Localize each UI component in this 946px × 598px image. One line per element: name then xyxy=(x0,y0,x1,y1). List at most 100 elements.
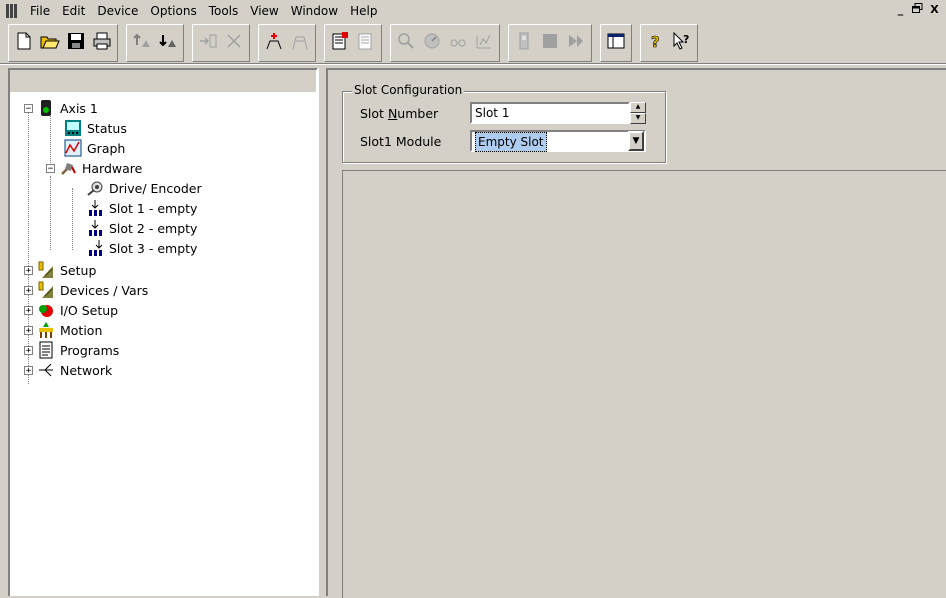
menu-window[interactable]: Window xyxy=(285,1,344,21)
restore-button[interactable] xyxy=(910,3,925,17)
window-icon[interactable] xyxy=(603,27,629,55)
tree-node-drive-encoder[interactable]: Drive/ Encoder xyxy=(86,178,202,198)
expand-toggle[interactable]: + xyxy=(24,325,33,335)
network-icon xyxy=(37,361,55,379)
save-icon[interactable] xyxy=(63,27,89,55)
tree-label: Setup xyxy=(60,262,97,278)
axis-icon xyxy=(37,99,55,117)
menu-view[interactable]: View xyxy=(244,1,284,21)
devices-icon xyxy=(37,281,55,299)
tree-node-devices-vars[interactable]: + Devices / Vars xyxy=(24,280,148,300)
toolbar-group-run xyxy=(508,24,592,62)
tree-node-graph[interactable]: Graph xyxy=(64,138,125,158)
pane-splitter[interactable] xyxy=(318,68,322,596)
new-doc-icon[interactable] xyxy=(11,27,37,55)
toolbar-group-connect xyxy=(192,24,250,62)
menu-tools[interactable]: Tools xyxy=(203,1,245,21)
slot-number-spinner[interactable]: ▲ ▼ xyxy=(630,102,646,124)
tree-label: Devices / Vars xyxy=(60,282,149,298)
graph-tool-icon[interactable] xyxy=(471,27,497,55)
slot-module-value: Empty Slot xyxy=(475,132,547,152)
expand-toggle[interactable]: + xyxy=(24,345,33,355)
tree-label: Network xyxy=(60,362,113,378)
close-button[interactable]: X xyxy=(927,3,942,17)
app-icon[interactable] xyxy=(6,4,18,18)
menu-bar: File Edit Device Options Tools View Wind… xyxy=(0,0,946,22)
tree-node-hardware[interactable]: − Hardware xyxy=(46,158,142,178)
spin-up-button[interactable]: ▲ xyxy=(630,102,646,113)
expand-toggle[interactable]: + xyxy=(24,305,33,315)
tree-node-setup[interactable]: + Setup xyxy=(24,260,96,280)
remove-axis-icon[interactable] xyxy=(287,27,313,55)
tree-label: Axis 1 xyxy=(60,100,98,116)
open-folder-icon[interactable] xyxy=(37,27,63,55)
restore-icon xyxy=(912,3,923,13)
motion-icon xyxy=(37,321,55,339)
slot-module-select[interactable]: Empty Slot xyxy=(470,130,646,152)
zoom-icon[interactable] xyxy=(393,27,419,55)
tree-label: Status xyxy=(87,120,127,136)
expand-toggle[interactable]: + xyxy=(24,265,33,275)
expand-toggle[interactable]: + xyxy=(24,285,33,295)
tree-node-slot2[interactable]: Slot 2 - empty xyxy=(86,218,197,238)
toolbar-separator-highlight xyxy=(0,64,946,65)
properties-icon[interactable] xyxy=(353,27,379,55)
tree-node-status[interactable]: Status xyxy=(64,118,127,138)
tree-node-motion[interactable]: + Motion xyxy=(24,320,102,340)
print-icon[interactable] xyxy=(89,27,115,55)
encoder-icon xyxy=(86,179,104,197)
connect-icon[interactable] xyxy=(195,27,221,55)
menu-options[interactable]: Options xyxy=(144,1,202,21)
toolbar: ? ? xyxy=(8,24,760,62)
setup-icon xyxy=(37,261,55,279)
menu-device[interactable]: Device xyxy=(91,1,144,21)
menu-help[interactable]: Help xyxy=(344,1,383,21)
io-icon xyxy=(37,301,55,319)
tree-node-network[interactable]: + Network xyxy=(24,360,112,380)
svg-text:?: ? xyxy=(651,33,660,51)
tree-label: Programs xyxy=(60,342,120,358)
tree-node-programs[interactable]: + Programs xyxy=(24,340,119,360)
tree-line xyxy=(50,176,51,250)
tree-label: Motion xyxy=(60,322,103,338)
toolbar-group-file xyxy=(8,24,118,62)
tree-header-bar xyxy=(10,70,316,92)
device-icon[interactable] xyxy=(511,27,537,55)
toolbar-group-axis xyxy=(258,24,316,62)
tree-node-slot1[interactable]: Slot 1 - empty xyxy=(86,198,197,218)
play-icon[interactable] xyxy=(563,27,589,55)
group-title: Slot Configuration xyxy=(352,83,465,97)
disconnect-icon[interactable] xyxy=(221,27,247,55)
minimize-button[interactable]: _ xyxy=(893,3,908,17)
compile-icon[interactable] xyxy=(327,27,353,55)
tree-node-slot3[interactable]: Slot 3 - empty xyxy=(86,238,197,258)
monitor-icon[interactable] xyxy=(419,27,445,55)
slot-number-input[interactable]: Slot 1 xyxy=(470,102,630,124)
spin-down-button[interactable]: ▼ xyxy=(630,113,646,124)
tree-label: Slot 3 - empty xyxy=(109,240,198,256)
collapse-toggle[interactable]: − xyxy=(24,103,33,113)
add-axis-icon[interactable] xyxy=(261,27,287,55)
tree-label: Hardware xyxy=(82,160,143,176)
tree-label: Drive/ Encoder xyxy=(109,180,202,196)
upload-icon[interactable] xyxy=(129,27,155,55)
slot-number-label: Slot Number xyxy=(360,106,439,121)
menu-file[interactable]: File xyxy=(24,1,56,21)
stop-icon[interactable] xyxy=(537,27,563,55)
svg-text:?: ? xyxy=(683,33,689,46)
tree-node-axis1[interactable]: − Axis 1 xyxy=(24,98,98,118)
menu-edit[interactable]: Edit xyxy=(56,1,91,21)
expand-toggle[interactable]: + xyxy=(24,365,33,375)
download-icon[interactable] xyxy=(155,27,181,55)
context-help-icon[interactable]: ? xyxy=(669,27,695,55)
tree-node-io-setup[interactable]: + I/O Setup xyxy=(24,300,118,320)
tree-label: Graph xyxy=(87,140,126,156)
tree-line xyxy=(72,188,73,250)
project-tree-pane: − Axis 1 Status Graph − Hardware Drive/ … xyxy=(8,68,318,596)
tree-label: I/O Setup xyxy=(60,302,119,318)
scope-icon[interactable] xyxy=(445,27,471,55)
collapse-toggle[interactable]: − xyxy=(46,163,55,173)
help-icon[interactable]: ? xyxy=(643,27,669,55)
dropdown-arrow-button[interactable]: ▼ xyxy=(628,131,644,151)
slot-config-pane: Slot Configuration Slot Number Slot 1 ▲ … xyxy=(326,68,946,598)
